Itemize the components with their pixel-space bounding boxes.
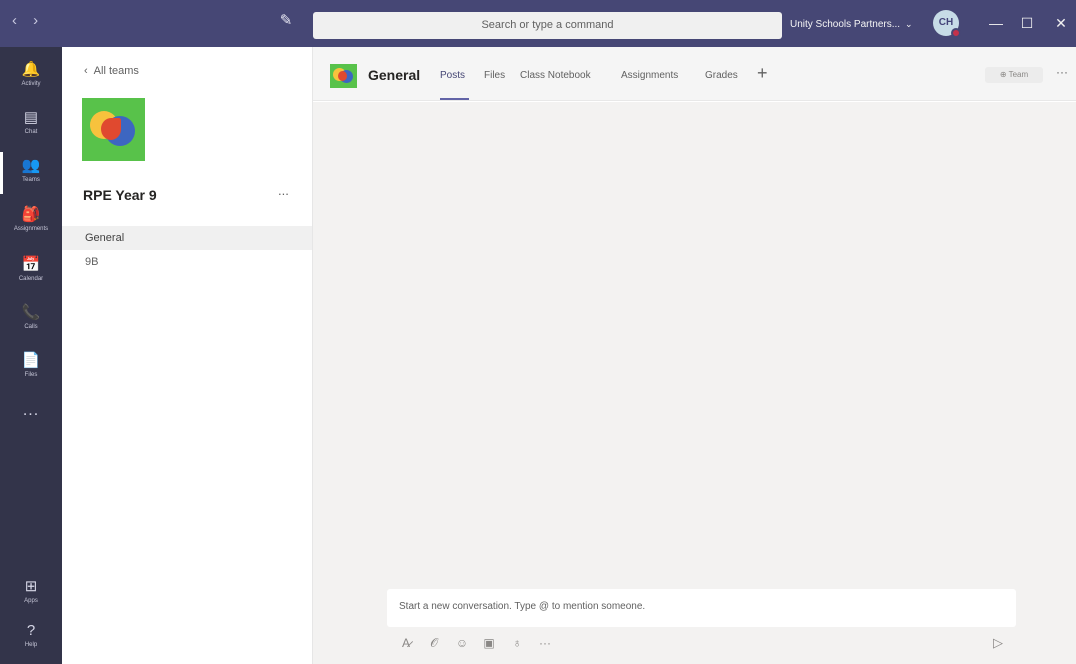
channel-team-logo — [330, 64, 357, 88]
channel-item-9b[interactable]: 9B — [62, 250, 312, 274]
phone-icon: 📞 — [21, 304, 41, 321]
chevron-left-icon: ‹ — [84, 65, 88, 77]
appbar-item-apps[interactable]: ⊞ Apps — [0, 569, 62, 619]
header-more-options-icon[interactable]: ··· — [1056, 65, 1068, 79]
chat-icon: ▤ — [23, 109, 39, 126]
appbar-item-label: Files — [24, 372, 38, 378]
sticker-icon[interactable]: ▣ — [479, 633, 499, 653]
close-button[interactable]: ✕ — [1046, 10, 1076, 36]
app-bar: 🔔 Activity ▤ Chat 👥 Teams 🎒 Assignments … — [0, 47, 62, 664]
teams-icon: 👥 — [21, 157, 41, 174]
all-teams-link[interactable]: ‹ All teams — [84, 65, 139, 77]
tab-files[interactable]: Files — [484, 70, 505, 81]
bell-icon: 🔔 — [21, 61, 41, 78]
apps-icon: ⊞ — [24, 578, 38, 595]
add-tab-button[interactable]: + — [757, 63, 768, 84]
new-conversation-input[interactable]: Start a new conversation. Type @ to ment… — [387, 589, 1016, 627]
minimize-button[interactable]: — — [981, 10, 1011, 36]
channel-item-general[interactable]: General — [62, 226, 312, 250]
composer-placeholder: Start a new conversation. Type @ to ment… — [399, 601, 646, 612]
posts-area — [313, 102, 1076, 664]
maximize-button[interactable]: ☐ — [1012, 10, 1042, 36]
search-input[interactable]: Search or type a command — [313, 12, 782, 39]
appbar-item-teams[interactable]: 👥 Teams — [0, 148, 62, 198]
appbar-item-calls[interactable]: 📞 Calls — [0, 295, 62, 345]
tab-grades[interactable]: Grades — [705, 70, 738, 81]
channel-header: General Posts Files Class Notebook Assig… — [313, 47, 1076, 101]
appbar-item-label: Assignments — [13, 226, 49, 232]
team-panel: ‹ All teams RPE Year 9 ... General 9B — [62, 47, 313, 664]
appbar-item-label: Calls — [24, 324, 38, 330]
more-apps-button[interactable]: ... — [0, 402, 62, 420]
team-more-options-icon[interactable]: ... — [278, 183, 289, 198]
org-name: Unity Schools Partners... — [790, 19, 901, 30]
teams-window: ‹ › ✎ Search or type a command Unity Sch… — [0, 0, 1076, 664]
calendar-icon: 📅 — [21, 256, 41, 273]
attach-icon[interactable]: 𝒪 — [424, 633, 444, 653]
appbar-item-label: Help — [24, 642, 38, 648]
tab-class-notebook[interactable]: Class Notebook — [520, 70, 591, 81]
appbar-item-chat[interactable]: ▤ Chat — [0, 100, 62, 150]
more-tools-icon[interactable]: ··· — [535, 633, 555, 653]
file-icon: 📄 — [21, 352, 41, 369]
appbar-item-label: Activity — [21, 81, 41, 87]
appbar-item-label: Teams — [22, 177, 40, 183]
appbar-item-assignments[interactable]: 🎒 Assignments — [0, 197, 62, 247]
compose-icon[interactable]: ✎ — [276, 11, 296, 31]
emoji-icon[interactable]: ☺ — [452, 633, 472, 653]
active-tab-indicator — [440, 98, 469, 100]
appbar-item-label: Apps — [24, 598, 38, 604]
appbar-item-files[interactable]: 📄 Files — [0, 343, 62, 393]
appbar-item-calendar[interactable]: 📅 Calendar — [0, 247, 62, 297]
appbar-item-label: Calendar — [18, 276, 44, 282]
org-switcher[interactable]: Unity Schools Partners... ⌄ — [790, 12, 913, 37]
team-name: RPE Year 9 — [83, 187, 157, 203]
help-icon: ? — [26, 622, 36, 639]
appbar-item-label: Chat — [24, 129, 38, 135]
title-bar: ‹ › ✎ Search or type a command Unity Sch… — [0, 0, 1076, 47]
nav-arrows[interactable]: ‹ › — [12, 12, 44, 29]
send-icon[interactable]: ▷ — [988, 633, 1008, 653]
team-button[interactable]: ⊕ Team — [985, 67, 1043, 83]
meet-now-icon[interactable]: ♁ — [507, 633, 527, 653]
channel-title: General — [368, 67, 421, 83]
appbar-item-help[interactable]: ? Help — [0, 613, 62, 663]
appbar-item-activity[interactable]: 🔔 Activity — [0, 52, 62, 102]
chevron-down-icon: ⌄ — [905, 19, 913, 29]
tab-assignments[interactable]: Assignments — [621, 70, 678, 81]
presence-status-icon — [951, 28, 961, 38]
tab-posts[interactable]: Posts — [440, 70, 465, 81]
all-teams-label: All teams — [93, 65, 139, 77]
backpack-icon: 🎒 — [21, 206, 41, 223]
team-logo — [82, 98, 145, 161]
format-icon[interactable]: A̷ — [396, 633, 416, 653]
